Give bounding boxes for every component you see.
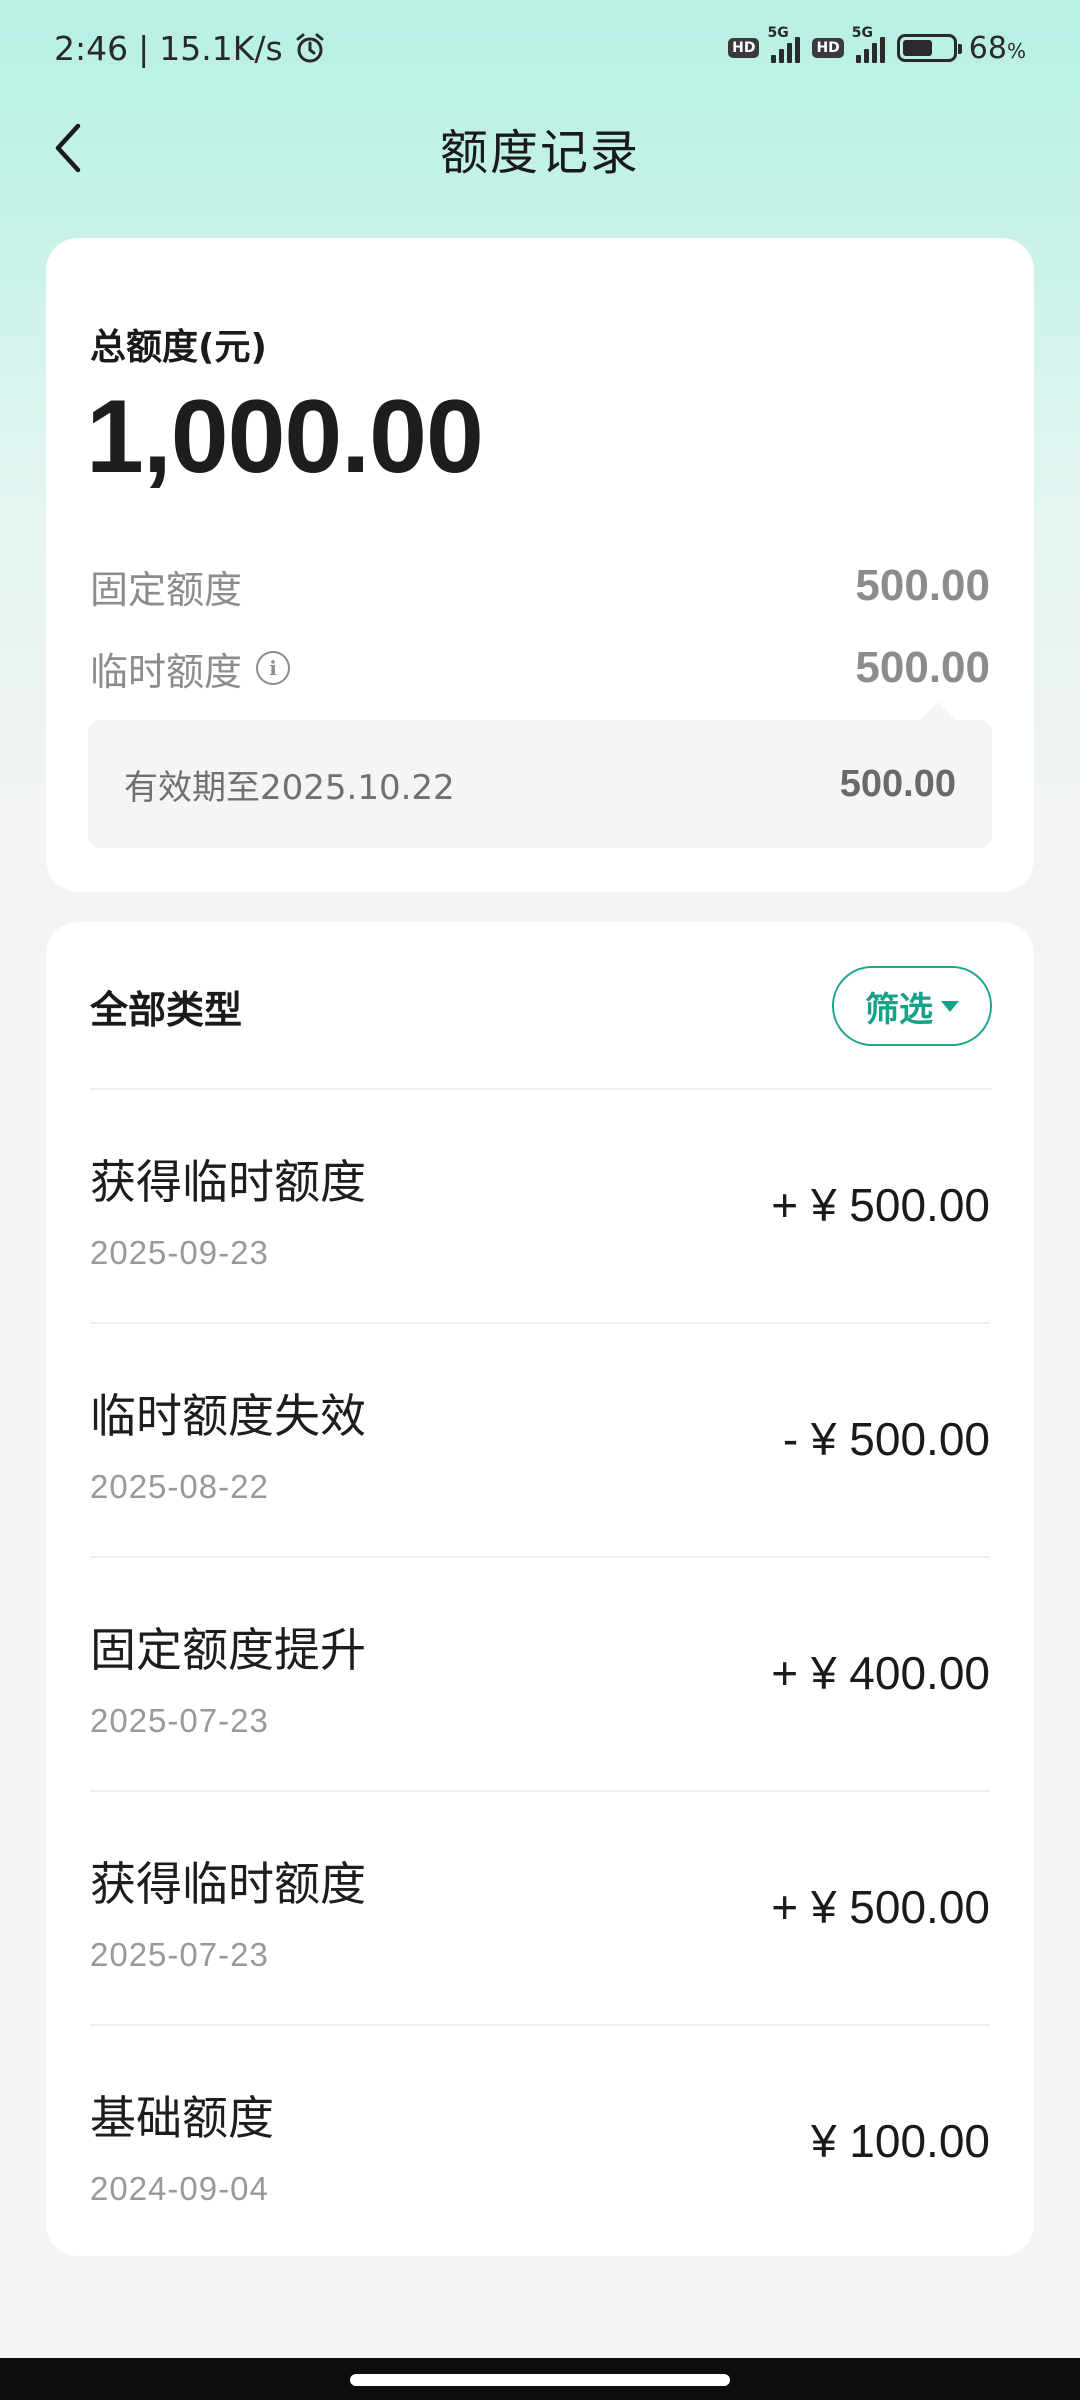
network-type-1: 5G [767, 25, 789, 41]
record-amount: + ¥ 500.00 [771, 1179, 990, 1231]
filter-label: 筛选 [865, 989, 933, 1030]
signal-2-icon: 5G [852, 25, 885, 63]
temp-limit-value: 500.00 [855, 643, 990, 692]
battery-icon [896, 34, 962, 62]
records-card: 全部类型 筛选 获得临时额度 2025-09-23 + ¥ 500.00 临时额… [46, 922, 1034, 2256]
temp-limit-label-wrap: 临时额度 i [90, 641, 291, 696]
total-limit-amount: 1,000.00 [86, 379, 484, 495]
record-date: 2025-07-23 [90, 1702, 269, 1739]
status-time: 2:46 [54, 28, 129, 68]
home-indicator[interactable] [350, 2374, 730, 2386]
record-amount: + ¥ 500.00 [771, 1881, 990, 1933]
caret-down-icon [941, 1000, 959, 1012]
back-button[interactable] [38, 118, 98, 178]
fixed-limit-value: 500.00 [855, 561, 990, 610]
validity-value: 500.00 [839, 762, 956, 805]
type-label: 全部类型 [90, 987, 243, 1032]
validity-label: 有效期至2025.10.22 [124, 767, 455, 808]
temp-limit-label: 临时额度 [90, 649, 243, 694]
status-bar: 2:46 | 15.1K/s HD 5G HD 5G 68% [0, 0, 1080, 96]
record-amount: - ¥ 500.00 [782, 1413, 990, 1465]
record-title: 固定额度提升 [90, 1623, 366, 1677]
net-speed: 15.1K/s [159, 28, 283, 68]
record-title: 临时额度失效 [90, 1389, 366, 1443]
page-title: 额度记录 [439, 125, 640, 181]
record-amount: + ¥ 400.00 [771, 1647, 990, 1699]
record-title: 获得临时额度 [90, 1857, 366, 1911]
temp-limit-row: 临时额度 i 500.00 [90, 638, 990, 698]
record-item[interactable]: 固定额度提升 2025-07-23 + ¥ 400.00 [90, 1558, 990, 1792]
record-item[interactable]: 获得临时额度 2025-09-23 + ¥ 500.00 [90, 1090, 990, 1324]
filter-button[interactable]: 筛选 [832, 966, 992, 1046]
info-icon[interactable]: i [256, 651, 291, 685]
record-title: 基础额度 [90, 2091, 274, 2145]
record-date: 2024-09-04 [90, 2170, 269, 2207]
alarm-icon [296, 33, 324, 63]
temp-limit-validity: 有效期至2025.10.22 500.00 [88, 702, 992, 848]
record-date: 2025-08-22 [90, 1468, 269, 1505]
status-separator: | [138, 28, 150, 68]
status-right: HD 5G HD 5G 68% [728, 25, 1026, 66]
chevron-left-icon [55, 123, 81, 173]
records-header: 全部类型 筛选 [90, 964, 992, 1048]
record-date: 2025-07-23 [90, 1936, 269, 1973]
summary-card: 总额度(元) 1,000.00 固定额度 500.00 临时额度 i 500.0… [46, 238, 1034, 892]
record-item[interactable]: 基础额度 2024-09-04 ¥ 100.00 [90, 2026, 990, 2260]
fixed-limit-label: 固定额度 [90, 567, 243, 612]
record-item[interactable]: 临时额度失效 2025-08-22 - ¥ 500.00 [90, 1324, 990, 1558]
record-date: 2025-09-23 [90, 1234, 269, 1271]
hd-badge-2: HD [812, 38, 844, 58]
record-title: 获得临时额度 [90, 1155, 366, 1209]
hd-badge-1: HD [728, 38, 760, 58]
total-limit-label: 总额度(元) [90, 327, 267, 368]
status-left: 2:46 | 15.1K/s [54, 29, 327, 68]
record-amount: ¥ 100.00 [810, 2115, 990, 2167]
battery-percent: 68% [968, 30, 1026, 66]
fixed-limit-row: 固定额度 500.00 [90, 556, 990, 616]
record-item[interactable]: 获得临时额度 2025-07-23 + ¥ 500.00 [90, 1792, 990, 2026]
page-header: 额度记录 [0, 96, 1080, 200]
signal-1-icon: 5G [767, 25, 801, 63]
network-type-2: 5G [851, 25, 874, 41]
